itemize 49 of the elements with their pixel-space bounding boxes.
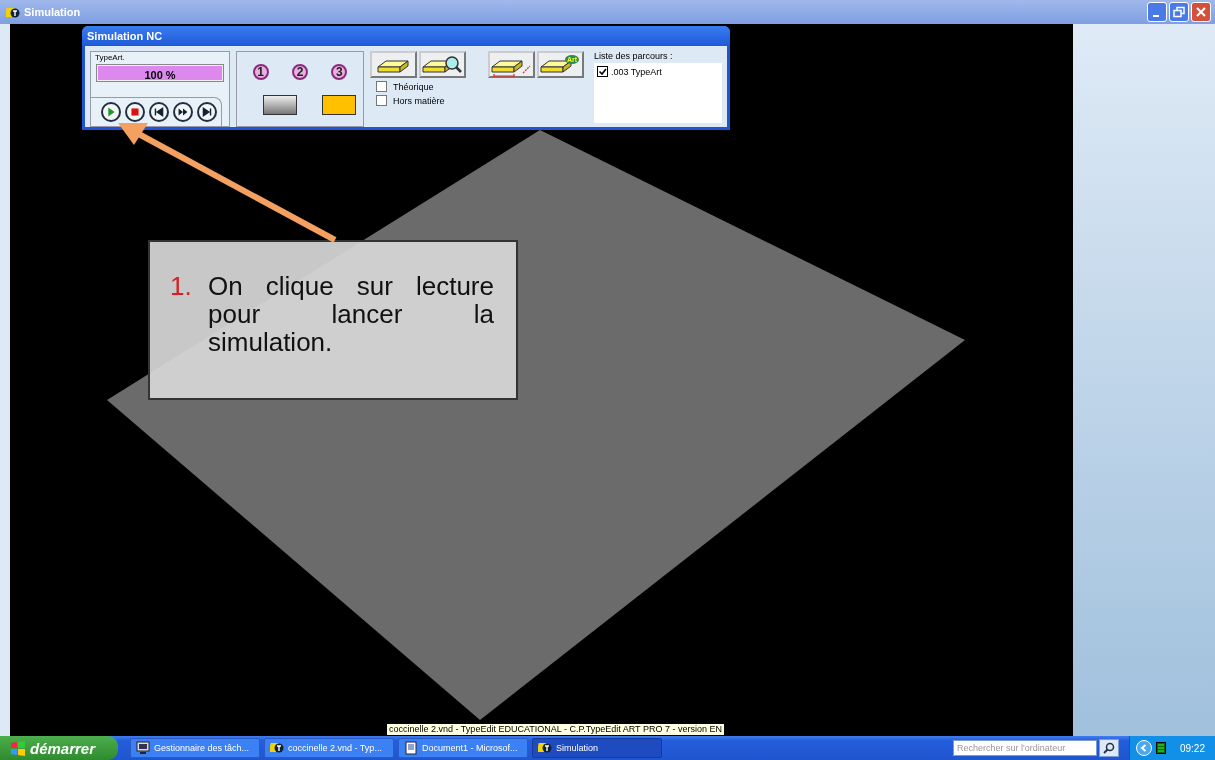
minimize-button[interactable]: [1147, 2, 1167, 22]
callout-text: 1. On clique sur lecture pour lancer la simulation.: [169, 270, 495, 356]
stop-button[interactable]: [125, 102, 145, 122]
stock-zoom-button[interactable]: [419, 51, 466, 78]
document-icon: [404, 741, 418, 755]
step-number[interactable]: 1: [252, 63, 269, 80]
swatch-button[interactable]: [263, 94, 298, 115]
list-item[interactable]: .003 TypeArt: [611, 66, 662, 77]
taskbar-button[interactable]: Document1 - Microsof...: [398, 738, 528, 758]
dialog-title: Simulation NC: [82, 26, 730, 46]
taskbar-button[interactable]: Gestionnaire des tâch...: [130, 738, 260, 758]
stock-button[interactable]: [370, 51, 417, 78]
skip-back-button[interactable]: [149, 102, 169, 122]
show-icons-button[interactable]: [1135, 740, 1152, 756]
tooltip: coccinelle 2.vnd - TypeEdit EDUCATIONAL - C.P.TypeEdit ART PRO 7 - version EN: [386, 723, 725, 736]
list-label: Liste des parcours :: [594, 51, 674, 61]
checkbox-label: Hors matière: [393, 95, 445, 106]
restore-icon: [1173, 6, 1185, 18]
play-button[interactable]: [101, 102, 121, 122]
step-number[interactable]: 2: [292, 63, 308, 80]
start-button[interactable]: démarrer: [0, 736, 118, 760]
tray-app-icon: [1155, 742, 1166, 754]
step-number[interactable]: 3: [331, 63, 348, 80]
swatch-button[interactable]: [322, 94, 357, 115]
close-icon: [1195, 6, 1207, 18]
progress-reading: 100 %: [143, 68, 177, 83]
search-field[interactable]: Rechercher sur l'ordinateur: [952, 740, 1097, 756]
search-button[interactable]: [1098, 739, 1119, 757]
skip-end-button[interactable]: [197, 102, 217, 122]
typeedit-icon: [538, 741, 552, 755]
app-icon: [6, 5, 20, 19]
checkbox[interactable]: [597, 66, 608, 77]
restore-button[interactable]: [1169, 2, 1189, 22]
taskbar-button[interactable]: coccinelle 2.vnd - Typ...: [264, 738, 394, 758]
checkbox[interactable]: [376, 95, 387, 106]
search-icon: [1102, 742, 1115, 754]
dimensions-button[interactable]: [488, 51, 535, 78]
clock: 09:22: [1179, 742, 1205, 754]
close-button[interactable]: [1191, 2, 1211, 22]
minimize-icon: [1152, 15, 1159, 17]
fast-forward-button[interactable]: [173, 102, 193, 122]
typeedit-icon: [270, 741, 284, 755]
window-title: Simulation: [24, 6, 81, 18]
monitor-icon: [136, 741, 150, 755]
checkbox-label: Théorique: [393, 81, 434, 92]
progress-label: TypeArt.: [94, 52, 126, 63]
checkbox[interactable]: [376, 81, 387, 92]
taskbar-button[interactable]: Simulation: [532, 738, 662, 758]
windows-flag-icon: [10, 740, 26, 756]
